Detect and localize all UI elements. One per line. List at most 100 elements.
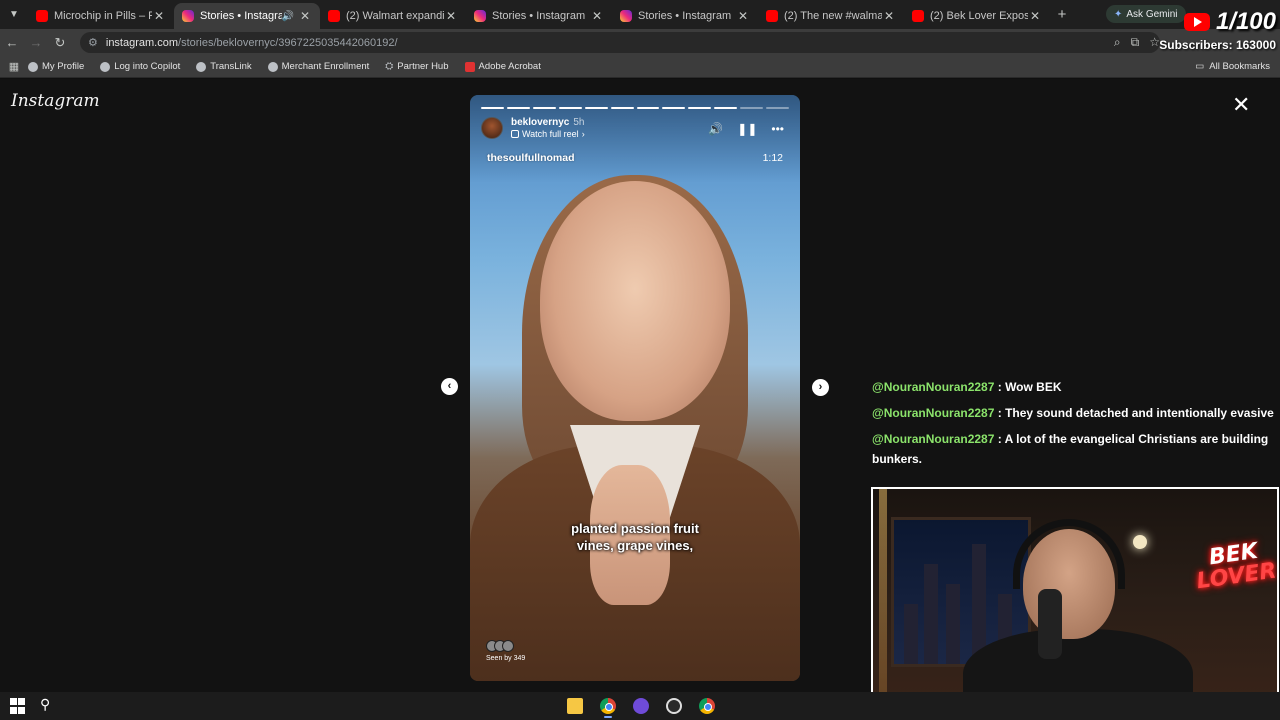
chat-message: @NouranNouran2287 : They sound detached … <box>872 403 1280 423</box>
pause-icon[interactable]: ❚❚ <box>737 122 757 136</box>
search-icon[interactable]: ⚲ <box>40 696 56 712</box>
bookmark-label: Partner Hub <box>397 61 449 72</box>
story-progress-bar <box>481 107 790 109</box>
chat-message: @NouranNouran2287 : Wow BEK <box>872 377 1280 397</box>
chat-user: @NouranNouran2287 <box>872 432 995 446</box>
moon-lamp <box>1133 535 1147 549</box>
more-options-icon[interactable]: ••• <box>771 122 784 136</box>
browser-tab[interactable]: (2) Bek Lover Exposes Why ✕ <box>904 3 1050 29</box>
avatar[interactable] <box>481 117 503 139</box>
progress-segment <box>636 107 660 109</box>
bookmark-copilot[interactable]: Log into Copilot <box>100 61 180 72</box>
browser-tab[interactable]: Microchip in Pills – Pfizer Ch ✕ <box>28 3 174 29</box>
url-path: /stories/beklovernyc/3967225035442060192… <box>178 36 398 49</box>
bookmark-partner-hub[interactable]: ⛭ Partner Hub <box>385 61 448 72</box>
browser-tab[interactable]: (2) Walmart expanding dro ✕ <box>320 3 466 29</box>
youtube-logo-icon <box>1183 13 1210 31</box>
tab-title: Stories • Instagram <box>200 10 282 22</box>
chat-user: @NouranNouran2287 <box>872 380 995 394</box>
close-icon[interactable]: ✕ <box>1028 9 1042 23</box>
globe-icon <box>100 61 111 72</box>
bookmark-translink[interactable]: TransLink <box>196 61 252 72</box>
tab-strip: ▼ Microchip in Pills – Pfizer Ch ✕ Stori… <box>0 0 1280 29</box>
previous-story-icon[interactable]: ‹ <box>441 378 458 395</box>
apps-grid-icon[interactable]: ▦ <box>0 60 28 73</box>
app-icon[interactable] <box>633 698 649 714</box>
subscriber-goal-overlay: 1/100 Subscribers: 163000 <box>1159 8 1276 52</box>
url-bar[interactable]: ⚙ instagram.com/stories/beklovernyc/3967… <box>80 32 1160 53</box>
seen-by[interactable]: Seen by 349 <box>486 640 525 662</box>
close-icon[interactable]: ✕ <box>590 9 604 23</box>
browser-tab[interactable]: Stories • Instagram ✕ <box>466 3 612 29</box>
progress-segment <box>766 107 790 109</box>
volume-icon[interactable]: 🔊 <box>708 122 723 136</box>
reload-icon[interactable]: ↻ <box>48 35 72 51</box>
speaker-icon[interactable]: 🔊 <box>282 11 294 22</box>
bookmark-label: My Profile <box>42 61 85 72</box>
youtube-icon <box>912 10 924 22</box>
close-icon[interactable]: ✕ <box>736 9 750 23</box>
url-host: instagram.com <box>105 36 179 49</box>
bookmark-label: Log into Copilot <box>114 61 181 72</box>
site-info-icon[interactable]: ⚙ <box>88 36 98 49</box>
youtube-icon <box>36 10 48 22</box>
partner-icon: ⛭ <box>385 61 394 72</box>
obs-icon[interactable] <box>666 698 682 714</box>
seen-by-label: Seen by 349 <box>486 655 526 662</box>
youtube-icon <box>328 10 340 22</box>
tab-title: Stories • Instagram <box>492 10 586 22</box>
progress-segment <box>740 107 764 109</box>
progress-segment <box>481 107 504 109</box>
close-icon[interactable]: ✕ <box>882 9 896 23</box>
tab-title: Microchip in Pills – Pfizer Ch <box>54 10 152 22</box>
progress-segment <box>558 107 582 109</box>
caption-line: vines, grape vines, <box>576 538 694 553</box>
live-chat-overlay: @NouranNouran2287 : Wow BEK @NouranNoura… <box>872 377 1280 475</box>
close-icon[interactable]: ✕ <box>298 9 312 23</box>
file-explorer-icon[interactable] <box>567 698 583 714</box>
next-story-icon[interactable]: › <box>812 379 829 396</box>
install-app-icon[interactable]: ⧉ <box>1131 35 1140 50</box>
story-viewer[interactable]: beklovernyc 5h Watch full reel › 🔊 ❚❚ •••… <box>470 95 800 681</box>
taskbar: ⚲ <box>0 692 1280 720</box>
watch-full-reel-label: Watch full reel <box>522 129 579 139</box>
new-tab-button[interactable]: + <box>1050 6 1074 23</box>
progress-segment <box>688 107 712 109</box>
instagram-logo[interactable]: Instagram <box>11 91 100 111</box>
close-icon[interactable]: ✕ <box>444 9 458 23</box>
progress-segment <box>506 107 530 109</box>
browser-tab[interactable]: Stories • Instagram ✕ <box>612 3 758 29</box>
tab-title: Stories • Instagram <box>638 10 732 22</box>
close-icon[interactable]: ✕ <box>1232 94 1250 116</box>
browser-tab[interactable]: (2) The new #walmart #dro ✕ <box>758 3 904 29</box>
bookmark-adobe-acrobat[interactable]: Adobe Acrobat <box>464 61 541 72</box>
browser-tab-active[interactable]: Stories • Instagram 🔊 ✕ <box>174 3 320 29</box>
chrome-icon[interactable] <box>699 698 715 714</box>
progress-segment <box>662 107 686 109</box>
caption-line: planted passion fruit <box>571 521 699 536</box>
back-icon[interactable]: ← <box>0 35 24 50</box>
close-icon[interactable]: ✕ <box>152 9 166 23</box>
chrome-icon[interactable] <box>600 698 616 714</box>
story-header: beklovernyc 5h Watch full reel › <box>481 117 585 139</box>
zoom-icon[interactable]: ⌕ <box>1114 35 1121 50</box>
address-toolbar: ← → ↻ ⚙ instagram.com/stories/bekloverny… <box>0 29 1280 56</box>
watch-full-reel-link[interactable]: Watch full reel › <box>511 129 585 139</box>
story-time: 5h <box>573 117 585 128</box>
all-bookmarks-button[interactable]: ▭ All Bookmarks <box>1195 61 1270 72</box>
progress-segment <box>584 107 608 109</box>
globe-icon <box>267 61 278 72</box>
subscriber-count: Subscribers: 163000 <box>1159 38 1276 52</box>
forward-icon[interactable]: → <box>24 35 48 50</box>
tab-search-chevron-icon[interactable]: ▼ <box>0 9 28 20</box>
bookmark-label: Merchant Enrollment <box>281 61 370 72</box>
windows-start-icon[interactable] <box>10 698 26 714</box>
story-username[interactable]: beklovernyc <box>511 117 569 128</box>
chevron-right-icon: › <box>581 129 585 139</box>
bookmark-merchant-enrollment[interactable]: Merchant Enrollment <box>267 61 370 72</box>
all-bookmarks-label: All Bookmarks <box>1209 61 1270 72</box>
chat-user: @NouranNouran2287 <box>872 406 995 420</box>
story-author-tag[interactable]: thesoulfullnomad <box>487 152 575 164</box>
bookmark-my-profile[interactable]: My Profile <box>28 61 84 72</box>
tab-title: (2) Bek Lover Exposes Why <box>930 10 1028 22</box>
